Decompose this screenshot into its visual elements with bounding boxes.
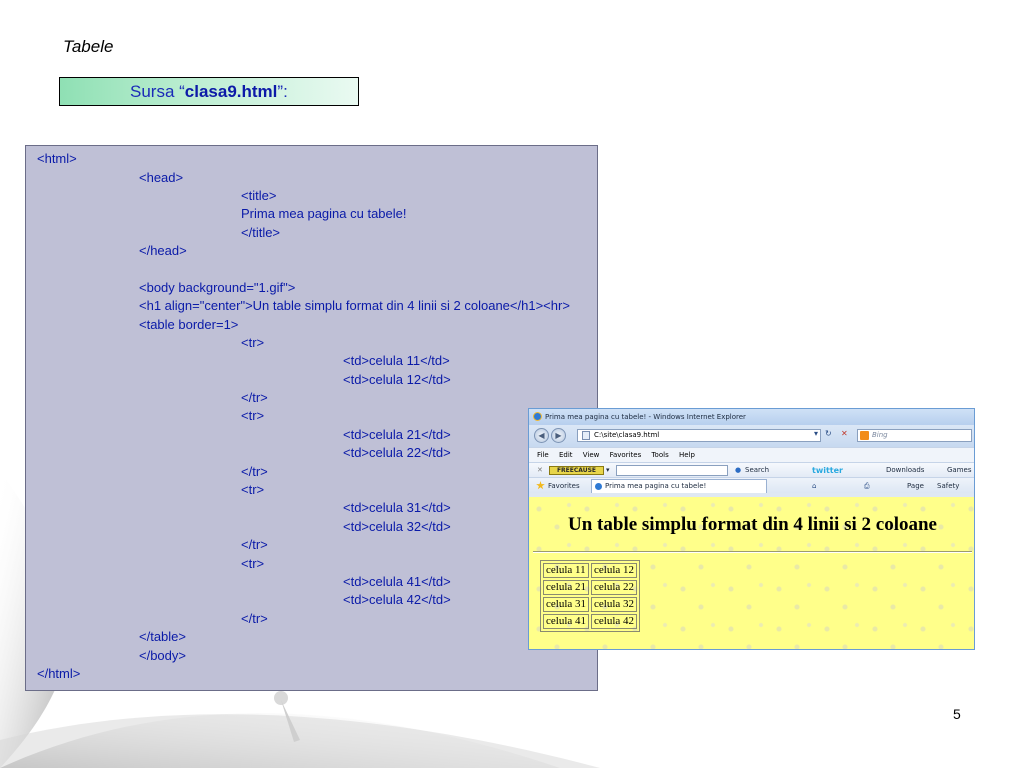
code-line: <tr> bbox=[241, 556, 265, 571]
code-line: </tr> bbox=[241, 390, 268, 405]
browser-menubar: File Edit View Favorites Tools Help bbox=[529, 447, 974, 462]
menu-tools[interactable]: Tools bbox=[651, 451, 668, 459]
code-line: <tr> bbox=[241, 482, 265, 497]
code-line: <title> bbox=[241, 188, 277, 203]
code-line: </tr> bbox=[241, 537, 268, 552]
toolbar-logo: FREECAUSE bbox=[549, 466, 604, 475]
code-line: <td>celula 32</td> bbox=[343, 519, 451, 534]
code-line: </tr> bbox=[241, 464, 268, 479]
menu-favorites[interactable]: Favorites bbox=[610, 451, 642, 459]
code-line: <table border=1> bbox=[139, 317, 239, 332]
table-cell: celula 11 bbox=[543, 563, 590, 578]
code-line: <td>celula 31</td> bbox=[343, 500, 451, 515]
home-icon[interactable]: ⌂ bbox=[812, 478, 816, 494]
code-line: <td>celula 42</td> bbox=[343, 592, 451, 607]
code-line: <td>celula 21</td> bbox=[343, 427, 451, 442]
table-cell: celula 22 bbox=[591, 580, 638, 595]
rendered-table: celula 11 celula 12 celula 21 celula 22 … bbox=[540, 560, 641, 632]
source-caption-prefix: Sursa “ bbox=[130, 82, 185, 101]
code-line: <td>celula 22</td> bbox=[343, 445, 451, 460]
code-line: <tr> bbox=[241, 335, 265, 350]
browser-address-row: ◀ ▶ C:\site\clasa9.html ▾ ↻ ✕ Bing bbox=[529, 425, 974, 447]
table-cell: celula 21 bbox=[543, 580, 590, 595]
code-line: </title> bbox=[241, 225, 281, 240]
bing-icon bbox=[860, 431, 869, 440]
tab-title: Prima mea pagina cu tabele! bbox=[605, 482, 707, 490]
address-bar[interactable]: C:\site\clasa9.html bbox=[577, 429, 821, 442]
games-button[interactable]: Games bbox=[947, 463, 972, 478]
code-line: </body> bbox=[139, 648, 186, 663]
stop-icon[interactable]: ✕ bbox=[841, 429, 848, 438]
downloads-button[interactable]: Downloads bbox=[886, 463, 924, 478]
source-file-name: clasa9.html bbox=[184, 82, 278, 101]
browser-addon-toolbar: ✕ FREECAUSE ▾ ● Search twitter Downloads… bbox=[529, 462, 974, 477]
code-line: <tr> bbox=[241, 408, 265, 423]
code-line: <html> bbox=[37, 151, 77, 166]
table-row: celula 31 celula 32 bbox=[543, 597, 638, 612]
browser-titlebar: Prima mea pagina cu tabele! - Windows In… bbox=[529, 409, 974, 425]
html-source-code-panel: <html> <head> <title> Prima mea pagina c… bbox=[25, 145, 598, 691]
back-button[interactable]: ◀ bbox=[534, 428, 549, 443]
refresh-icon[interactable]: ↻ bbox=[825, 429, 832, 438]
browser-favorites-bar: Favorites Prima mea pagina cu tabele! ⌂ … bbox=[529, 477, 974, 493]
internet-explorer-icon bbox=[533, 412, 542, 421]
table-cell: celula 31 bbox=[543, 597, 590, 612]
source-caption-suffix: ”: bbox=[277, 82, 288, 101]
code-line: <td>celula 12</td> bbox=[343, 372, 451, 387]
close-toolbar-icon[interactable]: ✕ bbox=[537, 463, 543, 478]
code-line: </table> bbox=[139, 629, 186, 644]
toolbar-search-combo[interactable] bbox=[616, 465, 728, 476]
browser-window-screenshot: Prima mea pagina cu tabele! - Windows In… bbox=[528, 408, 975, 650]
forward-button[interactable]: ▶ bbox=[551, 428, 566, 443]
slide-title: Tabele bbox=[63, 37, 114, 56]
table-cell: celula 41 bbox=[543, 614, 590, 629]
safety-menu[interactable]: Safety bbox=[937, 478, 959, 494]
toolbar-search-icon: ● bbox=[735, 466, 742, 474]
table-row: celula 21 celula 22 bbox=[543, 580, 638, 595]
address-dropdown-icon[interactable]: ▾ bbox=[814, 429, 818, 438]
page-icon bbox=[582, 431, 590, 440]
search-input[interactable]: Bing bbox=[857, 429, 972, 442]
code-line: <body background="1.gif"> bbox=[139, 280, 296, 295]
browser-page-content: Un table simplu format din 4 linii si 2 … bbox=[529, 497, 974, 649]
code-line: </tr> bbox=[241, 611, 268, 626]
tab-page-icon bbox=[595, 483, 602, 490]
search-placeholder: Bing bbox=[872, 431, 888, 439]
menu-file[interactable]: File bbox=[537, 451, 549, 459]
menu-view[interactable]: View bbox=[583, 451, 600, 459]
table-row: celula 41 celula 42 bbox=[543, 614, 638, 629]
code-line: </head> bbox=[139, 243, 187, 258]
twitter-button[interactable]: twitter bbox=[812, 463, 843, 478]
browser-tab[interactable]: Prima mea pagina cu tabele! bbox=[591, 479, 767, 493]
browser-window-title: Prima mea pagina cu tabele! - Windows In… bbox=[545, 413, 746, 421]
horizontal-rule bbox=[533, 551, 972, 553]
favorites-button[interactable]: Favorites bbox=[548, 478, 580, 494]
slide-page-number: 5 bbox=[953, 706, 961, 722]
page-menu[interactable]: Page bbox=[907, 478, 924, 494]
address-text: C:\site\clasa9.html bbox=[594, 431, 660, 439]
menu-help[interactable]: Help bbox=[679, 451, 695, 459]
print-icon[interactable]: ⎙ bbox=[864, 478, 870, 494]
table-row: celula 11 celula 12 bbox=[543, 563, 638, 578]
menu-edit[interactable]: Edit bbox=[559, 451, 573, 459]
code-line: </html> bbox=[37, 666, 81, 681]
toolbar-search-label[interactable]: Search bbox=[745, 463, 769, 478]
code-line: Prima mea pagina cu tabele! bbox=[241, 206, 407, 221]
logo-dropdown-icon[interactable]: ▾ bbox=[606, 463, 610, 478]
code-line: <td>celula 41</td> bbox=[343, 574, 451, 589]
page-heading: Un table simplu format din 4 linii si 2 … bbox=[568, 514, 937, 535]
code-line: <h1 align="center">Un table simplu forma… bbox=[139, 298, 570, 313]
table-cell: celula 32 bbox=[591, 597, 638, 612]
table-cell: celula 12 bbox=[591, 563, 638, 578]
code-line: <head> bbox=[139, 170, 184, 185]
code-line: <td>celula 11</td> bbox=[343, 353, 450, 368]
table-cell: celula 42 bbox=[591, 614, 638, 629]
source-caption-box: Sursa “clasa9.html”: bbox=[59, 77, 359, 106]
favorites-star-icon bbox=[536, 481, 545, 490]
